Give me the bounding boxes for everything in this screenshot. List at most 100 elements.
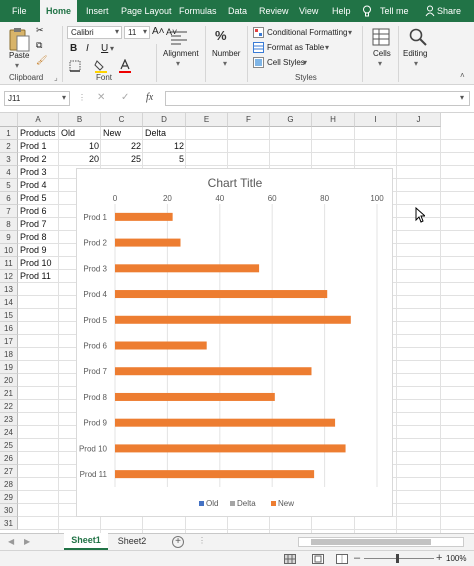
bar-new[interactable]	[115, 341, 207, 350]
page-break-view-icon[interactable]	[336, 554, 348, 564]
number-button[interactable]: Number	[212, 49, 240, 58]
font-name-dropdown-icon[interactable]: ▾	[115, 27, 119, 36]
row-header-14[interactable]: 14	[0, 296, 18, 309]
number-dropdown-icon[interactable]: ▾	[223, 59, 227, 68]
cell-a6[interactable]: Prod 5	[20, 192, 57, 205]
name-box-dropdown-icon[interactable]: ▾	[62, 93, 66, 102]
row-header-1[interactable]: 1	[0, 127, 18, 140]
tell-me-search[interactable]: Tell me	[380, 0, 409, 22]
tab-review[interactable]: Review	[259, 0, 289, 22]
column-header-i[interactable]: I	[355, 113, 397, 127]
column-header-e[interactable]: E	[186, 113, 228, 127]
cells-icon[interactable]	[372, 27, 390, 47]
tab-file[interactable]: File	[12, 0, 27, 22]
alignment-icon[interactable]	[170, 28, 188, 48]
cell-c1[interactable]: New	[103, 127, 141, 140]
underline-button[interactable]: U	[101, 43, 108, 54]
cells-dropdown-icon[interactable]: ▾	[378, 59, 382, 68]
paste-dropdown-icon[interactable]: ▾	[15, 61, 19, 70]
cancel-icon[interactable]: ✕	[97, 92, 105, 103]
name-box[interactable]: J11	[4, 91, 70, 106]
bar-new[interactable]	[115, 264, 260, 273]
cells-button[interactable]: Cells	[373, 49, 391, 58]
cell-styles-button[interactable]: Cell Styles	[267, 58, 305, 67]
format-as-table-button[interactable]: Format as Table	[267, 43, 324, 52]
tab-view[interactable]: View	[299, 0, 318, 22]
column-header-d[interactable]: D	[143, 113, 186, 127]
row-header-15[interactable]: 15	[0, 309, 18, 322]
add-sheet-icon[interactable]: +	[172, 536, 184, 548]
cell-a1[interactable]: Products	[20, 127, 57, 140]
tab-help[interactable]: Help	[332, 0, 351, 22]
paste-button[interactable]: Paste	[9, 51, 29, 60]
horizontal-scrollbar[interactable]	[298, 537, 464, 547]
conditional-formatting-button[interactable]: Conditional Formatting	[267, 28, 347, 37]
italic-button[interactable]: I	[86, 43, 89, 54]
bar-new[interactable]	[115, 315, 351, 324]
tab-data[interactable]: Data	[228, 0, 247, 22]
column-header-g[interactable]: G	[270, 113, 312, 127]
tab-formulas[interactable]: Formulas	[179, 0, 217, 22]
row-header-18[interactable]: 18	[0, 348, 18, 361]
format-table-dropdown-icon[interactable]: ▾	[325, 43, 329, 52]
cell-c2[interactable]: 22	[103, 140, 141, 153]
column-header-b[interactable]: B	[59, 113, 101, 127]
formula-options-icon[interactable]: ⋮	[78, 93, 86, 102]
bar-new[interactable]	[115, 290, 328, 299]
fill-color-icon[interactable]	[94, 59, 108, 73]
cell-b1[interactable]: Old	[61, 127, 99, 140]
bar-new[interactable]	[115, 418, 336, 427]
row-header-5[interactable]: 5	[0, 179, 18, 192]
bar-chart[interactable]: Chart Title 0 20 40 60 80 100 Prod 1 Prod 2 Pro…	[76, 168, 393, 517]
cell-a2[interactable]: Prod 1	[20, 140, 57, 153]
zoom-slider-thumb[interactable]	[396, 554, 399, 563]
tab-page-layout[interactable]: Page Layout	[121, 0, 172, 22]
row-header-21[interactable]: 21	[0, 387, 18, 400]
alignment-button[interactable]: Alignment	[163, 49, 199, 58]
row-header-8[interactable]: 8	[0, 218, 18, 231]
cell-d1[interactable]: Delta	[145, 127, 184, 140]
column-header-j[interactable]: J	[397, 113, 441, 127]
cell-a11[interactable]: Prod 10	[20, 257, 57, 270]
row-header-29[interactable]: 29	[0, 491, 18, 504]
search-icon[interactable]	[408, 27, 428, 47]
conditional-dropdown-icon[interactable]: ▾	[348, 28, 352, 37]
bold-button[interactable]: B	[70, 43, 77, 54]
editing-dropdown-icon[interactable]: ▾	[414, 59, 418, 68]
row-header-17[interactable]: 17	[0, 335, 18, 348]
row-header-19[interactable]: 19	[0, 361, 18, 374]
alignment-dropdown-icon[interactable]: ▾	[176, 59, 180, 68]
bar-new[interactable]	[115, 444, 346, 453]
bar-new[interactable]	[115, 212, 173, 221]
bar-new[interactable]	[115, 238, 181, 247]
row-header-22[interactable]: 22	[0, 400, 18, 413]
page-layout-view-icon[interactable]	[312, 554, 324, 564]
horizontal-scroll-thumb[interactable]	[311, 539, 431, 545]
borders-icon[interactable]	[69, 60, 81, 72]
underline-dropdown-icon[interactable]: ▾	[110, 44, 114, 53]
font-name-box[interactable]: Calibri	[67, 26, 122, 39]
editing-button[interactable]: Editing	[403, 49, 427, 58]
cell-a9[interactable]: Prod 8	[20, 231, 57, 244]
column-header-c[interactable]: C	[101, 113, 143, 127]
cell-a7[interactable]: Prod 6	[20, 205, 57, 218]
collapse-ribbon-icon[interactable]: ˄	[460, 71, 465, 80]
row-header-23[interactable]: 23	[0, 413, 18, 426]
clipboard-launcher-icon[interactable]: ⌟	[54, 73, 58, 82]
cell-a8[interactable]: Prod 7	[20, 218, 57, 231]
row-header-3[interactable]: 3	[0, 153, 18, 166]
row-header-20[interactable]: 20	[0, 374, 18, 387]
row-header-12[interactable]: 12	[0, 270, 18, 283]
normal-view-icon[interactable]	[284, 554, 296, 564]
tab-insert[interactable]: Insert	[86, 0, 109, 22]
bar-new[interactable]	[115, 367, 312, 376]
formula-input[interactable]	[165, 91, 470, 106]
increase-font-button[interactable]: A˄	[152, 26, 165, 37]
cell-a12[interactable]: Prod 11	[20, 270, 57, 283]
cell-styles-dropdown-icon[interactable]: ▾	[303, 58, 307, 67]
tab-split-icon[interactable]: ⋮	[198, 536, 206, 545]
row-header-30[interactable]: 30	[0, 504, 18, 517]
zoom-out-button[interactable]: –	[354, 552, 360, 564]
row-header-16[interactable]: 16	[0, 322, 18, 335]
scroll-sheets-left-icon[interactable]: ◀	[8, 537, 14, 546]
